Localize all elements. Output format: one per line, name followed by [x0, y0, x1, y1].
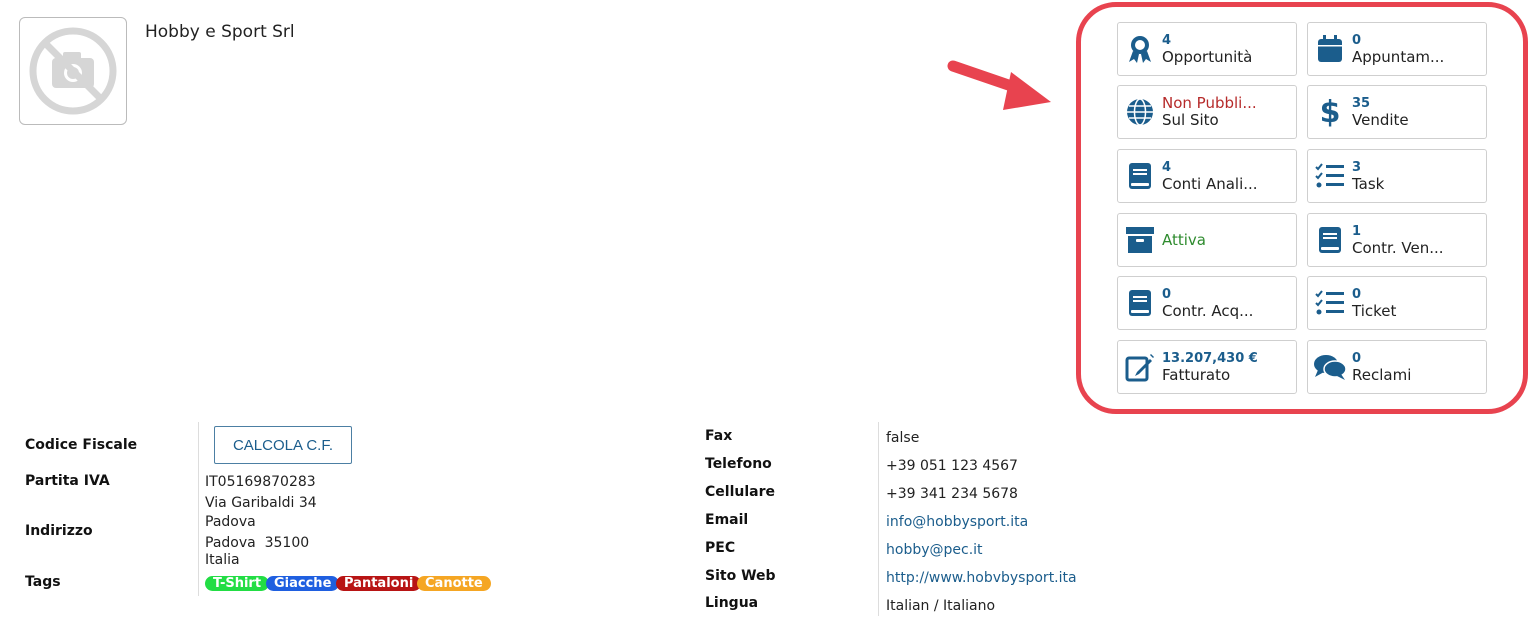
- sito-web-label: Sito Web: [705, 568, 776, 584]
- tile-value: 0: [1162, 287, 1172, 302]
- tags-label: Tags: [25, 574, 61, 590]
- tile-label: Vendite: [1352, 111, 1409, 129]
- tile-sul-sito[interactable]: Non Pubbli... Sul Sito: [1117, 85, 1297, 139]
- tile-fatturato[interactable]: 13.207,430 € Fatturato: [1117, 340, 1297, 394]
- tile-appuntamenti[interactable]: 0 Appuntam...: [1307, 22, 1487, 76]
- tasks-icon: [1315, 290, 1344, 315]
- tile-contratti-acquisto[interactable]: 0 Contr. Acq...: [1117, 276, 1297, 330]
- email-link[interactable]: info@hobbysport.ita: [886, 514, 1028, 530]
- sito-web-link[interactable]: http://www.hobvbysport.ita: [886, 570, 1077, 586]
- tile-opportunita[interactable]: 4 Opportunità: [1117, 22, 1297, 76]
- tile-label: Fatturato: [1162, 366, 1231, 384]
- address-line: Italia: [205, 552, 240, 568]
- tile-reclami[interactable]: 0 Reclami: [1307, 340, 1487, 394]
- address-line: Padova: [205, 514, 256, 530]
- pec-label: PEC: [705, 540, 736, 556]
- codice-fiscale-label: Codice Fiscale: [25, 437, 138, 453]
- tile-label: Appuntam...: [1352, 48, 1445, 66]
- column-divider: [198, 422, 199, 596]
- tile-value: 1: [1352, 224, 1362, 239]
- tag-pantaloni[interactable]: Pantaloni: [336, 576, 422, 591]
- tile-attiva[interactable]: Attiva: [1117, 213, 1297, 267]
- tile-ticket[interactable]: 0 Ticket: [1307, 276, 1487, 330]
- tile-value: 0: [1352, 351, 1362, 366]
- award-icon: [1129, 36, 1151, 63]
- book-icon: [1319, 227, 1341, 253]
- tile-value: 4: [1162, 160, 1172, 175]
- calcola-cf-button[interactable]: CALCOLA C.F.: [214, 426, 352, 464]
- email-label: Email: [705, 512, 749, 528]
- pec-link[interactable]: hobby@pec.it: [886, 542, 983, 558]
- tile-value: 0: [1352, 33, 1362, 48]
- tile-value: 13.207,430 €: [1162, 351, 1258, 366]
- tasks-icon: [1315, 163, 1344, 188]
- cellulare-value: +39 341 234 5678: [886, 486, 1018, 502]
- address-line: Via Garibaldi 34: [205, 495, 317, 511]
- tag-canotte[interactable]: Canotte: [417, 576, 491, 591]
- tile-label: Reclami: [1352, 366, 1412, 384]
- dollar-icon: $: [1320, 96, 1340, 128]
- column-divider: [878, 422, 879, 616]
- partita-iva-label: Partita IVA: [25, 473, 110, 489]
- book-icon: [1129, 163, 1151, 189]
- address-line: Padova 35100: [205, 535, 310, 551]
- tile-label: Contr. Acq...: [1162, 302, 1254, 320]
- company-avatar[interactable]: [19, 17, 127, 125]
- tile-label: Attiva: [1162, 230, 1206, 249]
- company-name: Hobby e Sport Srl: [145, 22, 295, 42]
- tile-contratti-vendita[interactable]: 1 Contr. Ven...: [1307, 213, 1487, 267]
- tile-conti-analitici[interactable]: 4 Conti Anali...: [1117, 149, 1297, 203]
- tile-label: Contr. Ven...: [1352, 239, 1444, 257]
- tag-giacche[interactable]: Giacche: [266, 576, 340, 591]
- fax-value: false: [886, 430, 920, 446]
- lingua-label: Lingua: [705, 595, 759, 611]
- tile-value: 35: [1352, 96, 1371, 111]
- telefono-label: Telefono: [705, 456, 772, 472]
- partita-iva-value: IT05169870283: [205, 474, 316, 490]
- tile-value: 4: [1162, 33, 1172, 48]
- tile-label: Ticket: [1352, 302, 1397, 320]
- cellulare-label: Cellulare: [705, 484, 775, 500]
- tile-label: Opportunità: [1162, 48, 1253, 66]
- archive-icon: [1126, 227, 1154, 253]
- lingua-value: Italian / Italiano: [886, 598, 996, 614]
- book-icon: [1129, 290, 1151, 316]
- comments-icon: [1314, 355, 1347, 380]
- globe-icon: [1127, 98, 1153, 126]
- tile-label: Task: [1352, 175, 1385, 193]
- calendar-icon: [1318, 35, 1342, 62]
- red-arrow-annotation: [947, 60, 1051, 110]
- indirizzo-label: Indirizzo: [25, 523, 93, 539]
- tile-task[interactable]: 3 Task: [1307, 149, 1487, 203]
- tile-label: Conti Anali...: [1162, 175, 1258, 193]
- fax-label: Fax: [705, 428, 733, 444]
- edit-icon: [1125, 354, 1154, 382]
- tile-value: Non Pubbli...: [1162, 94, 1257, 112]
- tile-label: Sul Sito: [1162, 111, 1219, 129]
- svg-text:$: $: [1320, 96, 1340, 128]
- telefono-value: +39 051 123 4567: [886, 458, 1018, 474]
- tile-vendite[interactable]: $ 35 Vendite: [1307, 85, 1487, 139]
- tile-value: 0: [1352, 287, 1362, 302]
- tag-tshirt[interactable]: T-Shirt: [205, 576, 270, 591]
- tile-value: 3: [1352, 160, 1362, 175]
- no-photo-icon: [29, 27, 117, 115]
